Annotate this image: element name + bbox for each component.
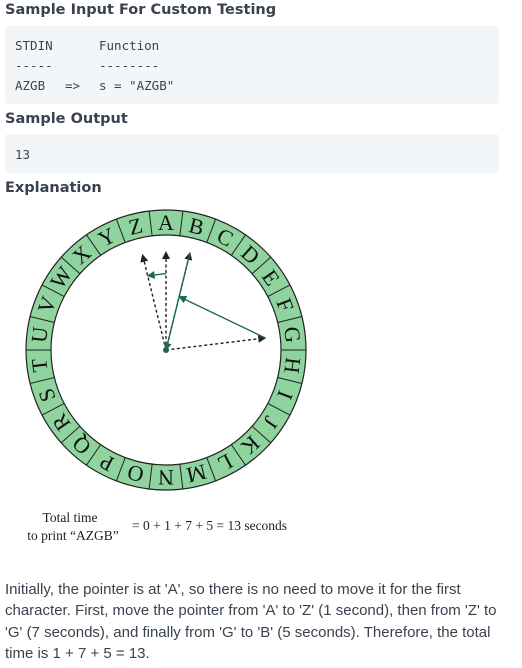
ring-letter-h: H bbox=[279, 356, 306, 375]
ring-letter-n: N bbox=[158, 465, 174, 490]
dial-figure: ABCDEFGHIJKLMNOPQRSTUVWXYZ Total time to… bbox=[0, 200, 522, 555]
stdin-divider: ----- bbox=[15, 58, 53, 73]
sample-input-box: STDIN Function ----- -------- AZGB => s … bbox=[5, 26, 499, 104]
sample-output-heading: Sample Output bbox=[5, 111, 128, 127]
mapping-arrow: => bbox=[65, 78, 81, 93]
ring-letter-u: U bbox=[26, 325, 53, 344]
stdin-value: AZGB bbox=[15, 78, 46, 93]
ring-letter-g: G bbox=[279, 325, 306, 344]
sample-output-value: 13 bbox=[15, 147, 31, 162]
caption-total-time: Total time bbox=[43, 510, 98, 525]
dial-diagram: A B CDEFGHIJKLMNOPQRSTUVWXY Z Total time to… bbox=[25, 209, 307, 543]
pointer-pivot bbox=[163, 347, 169, 353]
caption-to-print: to print “AZGB” bbox=[27, 528, 118, 543]
sample-input-heading: Sample Input For Custom Testing bbox=[5, 2, 277, 18]
explanation-paragraph: Initially, the pointer is at 'A', so the… bbox=[5, 581, 497, 662]
function-divider: -------- bbox=[99, 58, 160, 73]
stdin-column-header: STDIN bbox=[15, 38, 53, 53]
function-value: s = "AZGB" bbox=[99, 78, 175, 93]
sample-output-box: 13 bbox=[5, 134, 499, 173]
function-column-header: Function bbox=[99, 38, 160, 53]
ring-letter-a: A bbox=[158, 210, 174, 235]
time-equation: = 0 + 1 + 7 + 5 = 13 seconds bbox=[132, 518, 287, 533]
explanation-heading: Explanation bbox=[5, 180, 102, 196]
